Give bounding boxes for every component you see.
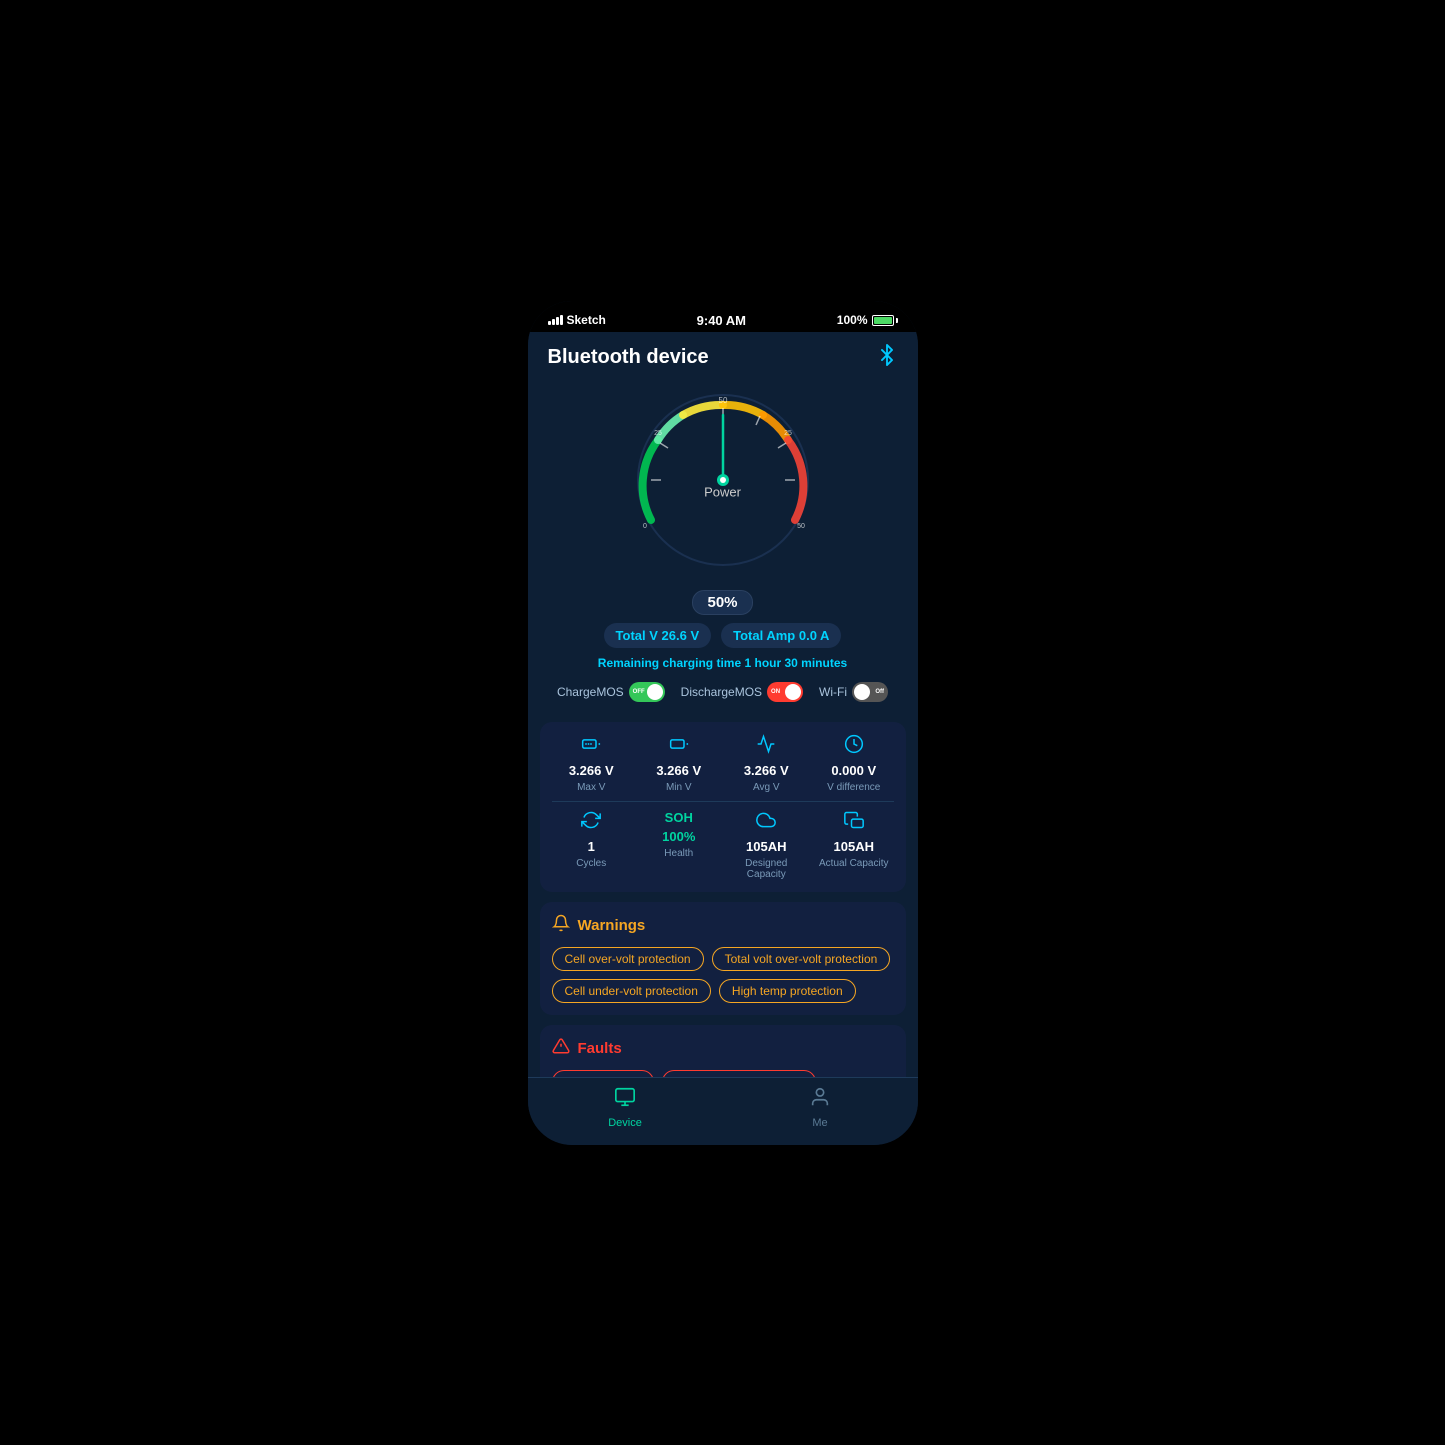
max-v-label: Max V bbox=[577, 782, 605, 793]
faults-header: Faults bbox=[552, 1037, 894, 1060]
charge-mos-toggle[interactable]: OFF bbox=[629, 682, 665, 702]
designed-cap-label: Designed Capacity bbox=[727, 858, 807, 880]
metric-avg-v: 3.266 V Avg V bbox=[727, 734, 807, 793]
metric-health: SOH 100% Health bbox=[639, 810, 719, 880]
metrics-grid-bottom: 1 Cycles SOH 100% Health 105AH Designed … bbox=[552, 810, 894, 880]
cycles-value: 1 bbox=[588, 839, 595, 854]
stats-container: Total V 26.6 V Total Amp 0.0 A Remaining… bbox=[557, 623, 888, 712]
fault-tag-1: C-MOS failure bbox=[552, 1070, 654, 1077]
battery-min-icon bbox=[669, 734, 689, 759]
svg-text:50: 50 bbox=[718, 396, 727, 405]
metric-cycles: 1 Cycles bbox=[552, 810, 632, 880]
remaining-time: Remaining charging time 1 hour 30 minute… bbox=[598, 656, 847, 670]
warnings-header: Warnings bbox=[552, 914, 894, 937]
actual-cap-value: 105AH bbox=[834, 839, 874, 854]
svg-text:50: 50 bbox=[797, 523, 805, 530]
metric-min-v: 3.266 V Min V bbox=[639, 734, 719, 793]
gauge-center: Power bbox=[704, 460, 741, 499]
svg-text:0: 0 bbox=[643, 523, 647, 530]
capacity-icon bbox=[844, 810, 864, 835]
nav-me[interactable]: Me bbox=[723, 1086, 918, 1129]
cycles-label: Cycles bbox=[576, 858, 606, 869]
metric-actual-cap: 105AH Actual Capacity bbox=[814, 810, 894, 880]
svg-text:25: 25 bbox=[654, 430, 662, 437]
device-nav-label: Device bbox=[608, 1117, 642, 1129]
page-title: Bluetooth device bbox=[548, 346, 709, 369]
status-right: 100% bbox=[837, 313, 898, 327]
metric-v-diff: 0.000 V V difference bbox=[814, 734, 894, 793]
battery-max-icon bbox=[581, 734, 601, 759]
metrics-grid-top: 3.266 V Max V 3.266 V Min V 3.266 V Avg … bbox=[552, 734, 894, 793]
warnings-title: Warnings bbox=[578, 917, 646, 934]
soh-icon: SOH bbox=[665, 810, 693, 825]
v-diff-label: V difference bbox=[827, 782, 880, 793]
status-bar: Sketch 9:40 AM 100% bbox=[528, 301, 918, 332]
health-label: Health bbox=[664, 848, 693, 859]
device-nav-icon bbox=[614, 1086, 636, 1114]
metric-max-v: 3.266 V Max V bbox=[552, 734, 632, 793]
header: Bluetooth device bbox=[528, 332, 918, 380]
warning-tag-2: Total volt over-volt protection bbox=[712, 947, 891, 971]
mos-row: ChargeMOS OFF DischargeMOS ON bbox=[557, 682, 888, 702]
discharge-mos: DischargeMOS ON bbox=[681, 682, 803, 702]
status-time: 9:40 AM bbox=[697, 313, 746, 328]
v-diff-value: 0.000 V bbox=[831, 763, 876, 778]
avg-v-value: 3.266 V bbox=[744, 763, 789, 778]
cloud-icon bbox=[756, 810, 776, 835]
fault-icon bbox=[552, 1037, 570, 1060]
health-value: 100% bbox=[662, 829, 695, 844]
faults-tags: C-MOS failure Voltage detection failure bbox=[552, 1070, 894, 1077]
charge-mos: ChargeMOS OFF bbox=[557, 682, 665, 702]
max-v-value: 3.266 V bbox=[569, 763, 614, 778]
gauge-section: 50 25 25 0 50 Power 50% bbox=[528, 380, 918, 722]
gauge-icon bbox=[844, 734, 864, 759]
power-label: Power bbox=[704, 484, 741, 499]
faults-card: Faults C-MOS failure Voltage detection f… bbox=[540, 1025, 906, 1077]
discharge-mos-toggle[interactable]: ON bbox=[767, 682, 803, 702]
min-v-label: Min V bbox=[666, 782, 692, 793]
status-left: Sketch bbox=[548, 313, 606, 327]
designed-cap-value: 105AH bbox=[746, 839, 786, 854]
wifi: Wi-Fi Off bbox=[819, 682, 888, 702]
signal-bars bbox=[548, 315, 563, 325]
divider bbox=[552, 801, 894, 802]
avg-v-label: Avg V bbox=[753, 782, 780, 793]
svg-text:25: 25 bbox=[784, 430, 792, 437]
chart-icon bbox=[756, 734, 776, 759]
carrier-label: Sketch bbox=[567, 313, 606, 327]
metrics-card: 3.266 V Max V 3.266 V Min V 3.266 V Avg … bbox=[540, 722, 906, 892]
stats-row: Total V 26.6 V Total Amp 0.0 A bbox=[604, 623, 842, 648]
battery-icon bbox=[872, 315, 898, 326]
warnings-tags: Cell over-volt protection Total volt ove… bbox=[552, 947, 894, 1003]
total-v-badge: Total V 26.6 V bbox=[604, 623, 712, 648]
battery-percent: 100% bbox=[837, 313, 868, 327]
warnings-card: Warnings Cell over-volt protection Total… bbox=[540, 902, 906, 1015]
bottom-nav: Device Me bbox=[528, 1077, 918, 1145]
warning-tag-3: Cell under-volt protection bbox=[552, 979, 711, 1003]
metric-designed-cap: 105AH Designed Capacity bbox=[727, 810, 807, 880]
wifi-toggle[interactable]: Off bbox=[852, 682, 888, 702]
me-nav-icon bbox=[809, 1086, 831, 1114]
total-amp-badge: Total Amp 0.0 A bbox=[721, 623, 841, 648]
fault-tag-2: Voltage detection failure bbox=[662, 1070, 816, 1077]
min-v-value: 3.266 V bbox=[656, 763, 701, 778]
faults-title: Faults bbox=[578, 1040, 622, 1057]
warning-icon bbox=[552, 914, 570, 937]
nav-device[interactable]: Device bbox=[528, 1086, 723, 1129]
actual-cap-label: Actual Capacity bbox=[819, 858, 888, 869]
gauge-percent-badge: 50% bbox=[692, 590, 752, 615]
bluetooth-icon[interactable] bbox=[876, 344, 898, 372]
warning-tag-4: High temp protection bbox=[719, 979, 856, 1003]
main-content: Bluetooth device bbox=[528, 332, 918, 1077]
gauge-container: 50 25 25 0 50 Power bbox=[623, 380, 823, 580]
cycle-icon bbox=[581, 810, 601, 835]
me-nav-label: Me bbox=[812, 1117, 827, 1129]
warning-tag-1: Cell over-volt protection bbox=[552, 947, 704, 971]
